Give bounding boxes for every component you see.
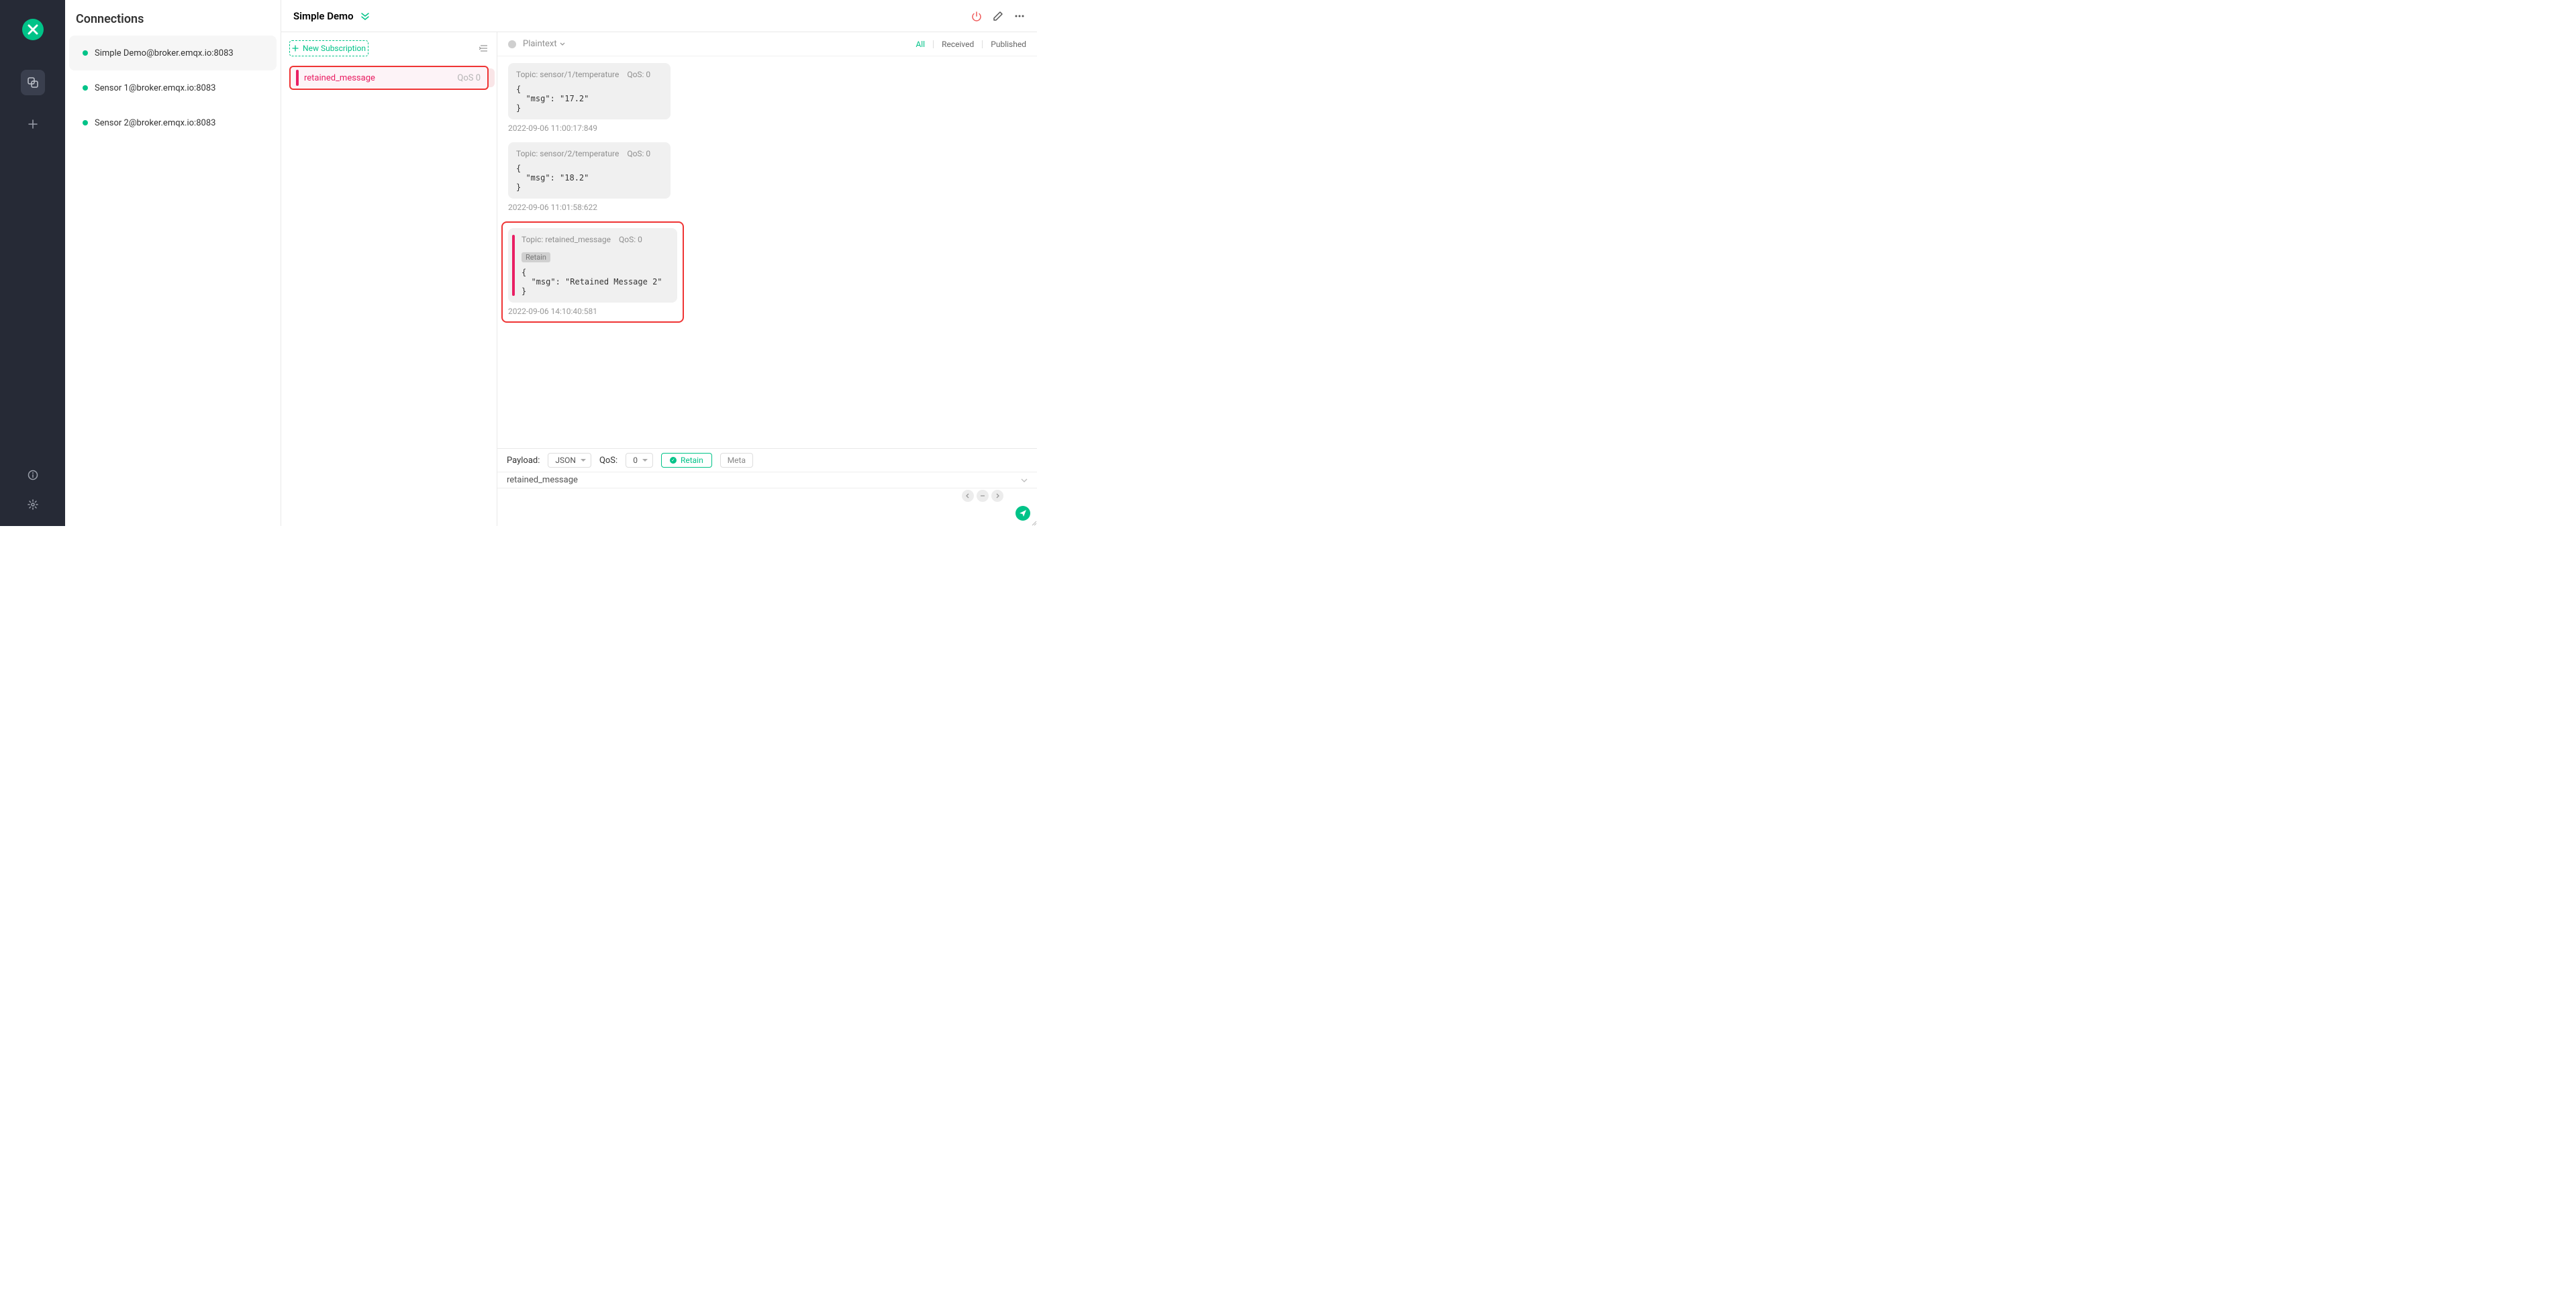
send-button[interactable]: [1015, 506, 1030, 521]
history-clear-icon[interactable]: [977, 490, 989, 502]
subscriptions-column: New Subscription retained_message QoS 0: [281, 32, 497, 526]
message-item: Topic: sensor/1/temperature QoS: 0 { "ms…: [508, 63, 671, 133]
nav-rail: [0, 0, 65, 526]
sub-color-bar: [296, 70, 299, 86]
payload-format-select[interactable]: JSON: [548, 453, 591, 468]
message-body: { "msg": "Retained Message 2" }: [522, 268, 669, 296]
status-dot-icon: [83, 50, 88, 56]
check-icon: [670, 457, 677, 464]
message-body: { "msg": "18.2" }: [516, 164, 650, 192]
filter-separator: [933, 40, 934, 48]
nav-info-icon[interactable]: [28, 470, 38, 480]
message-timestamp: 2022-09-06 11:01:58:622: [508, 203, 671, 212]
chevron-down-icon: [560, 42, 565, 47]
connection-item[interactable]: Simple Demo@broker.emqx.io:8083: [69, 36, 277, 70]
encoding-label: Plaintext: [523, 39, 557, 49]
payload-editor[interactable]: [497, 488, 1037, 526]
encoding-select[interactable]: Plaintext: [523, 39, 565, 49]
filter-separator: [982, 40, 983, 48]
topic-chevron-down-icon[interactable]: [1021, 477, 1028, 484]
disconnect-icon[interactable]: [971, 11, 982, 21]
new-subscription-label: New Subscription: [303, 44, 366, 53]
message-list: Topic: sensor/1/temperature QoS: 0 { "ms…: [497, 56, 1037, 448]
connection-item[interactable]: Sensor 2@broker.emqx.io:8083: [69, 105, 277, 140]
connections-title: Connections: [65, 0, 281, 36]
status-dot-icon: [83, 85, 88, 91]
history-next-icon[interactable]: [991, 490, 1003, 502]
expand-icon[interactable]: [360, 11, 370, 21]
status-dot-icon: [83, 120, 88, 125]
message-timestamp: 2022-09-06 11:00:17:849: [508, 123, 671, 133]
filter-all[interactable]: All: [915, 40, 925, 49]
history-prev-icon[interactable]: [962, 490, 974, 502]
messages-column: Plaintext All Received Published: [497, 32, 1037, 526]
message-qos: QoS: 0: [627, 70, 650, 79]
filter-received[interactable]: Received: [942, 40, 974, 49]
more-icon[interactable]: [1014, 11, 1025, 21]
message-timestamp: 2022-09-06 14:10:40:581: [508, 307, 677, 316]
connections-panel: Connections Simple Demo@broker.emqx.io:8…: [65, 0, 281, 526]
message-item: Topic: retained_message QoS: 0 Retain { …: [508, 228, 677, 316]
message-qos: QoS: 0: [619, 235, 642, 244]
qos-label: QoS:: [599, 456, 617, 466]
app-logo: [22, 19, 44, 40]
messages-toolbar: Plaintext All Received Published: [497, 32, 1037, 56]
topic-input[interactable]: retained_message: [507, 475, 1021, 485]
message-topic: Topic: sensor/2/temperature: [516, 149, 619, 158]
encoding-status-icon: [508, 40, 516, 48]
new-subscription-button[interactable]: New Subscription: [289, 40, 368, 56]
top-bar: Simple Demo: [281, 0, 1037, 32]
main-area: Simple Demo New Subscription: [281, 0, 1037, 526]
qos-select[interactable]: 0: [626, 453, 653, 468]
message-topic: Topic: sensor/1/temperature: [516, 70, 619, 79]
connection-label: Sensor 1@broker.emqx.io:8083: [95, 83, 215, 93]
plus-icon: [292, 45, 299, 52]
subscription-qos: QoS 0: [457, 73, 481, 83]
payload-label: Payload:: [507, 456, 540, 466]
connection-label: Sensor 2@broker.emqx.io:8083: [95, 118, 215, 128]
filter-published[interactable]: Published: [991, 40, 1026, 49]
collapse-subs-icon[interactable]: [479, 44, 489, 52]
subscription-topic: retained_message: [304, 73, 457, 83]
retain-toggle[interactable]: Retain: [661, 453, 712, 468]
retain-badge: Retain: [522, 252, 550, 262]
message-body: { "msg": "17.2" }: [516, 85, 650, 113]
message-item: Topic: sensor/2/temperature QoS: 0 { "ms…: [508, 142, 671, 212]
edit-icon[interactable]: [993, 11, 1003, 21]
resize-handle-icon[interactable]: [1030, 519, 1037, 526]
connection-title: Simple Demo: [293, 10, 354, 22]
connection-item[interactable]: Sensor 1@broker.emqx.io:8083: [69, 70, 277, 105]
send-icon: [1019, 509, 1027, 517]
nav-settings-icon[interactable]: [28, 499, 38, 510]
publish-bar: Payload: JSON QoS: 0 Retain Meta retaine…: [497, 448, 1037, 526]
nav-connections-icon[interactable]: [21, 70, 45, 95]
logo-icon: [27, 23, 39, 36]
subscription-item[interactable]: retained_message QoS 0: [289, 66, 489, 90]
highlighted-message: Topic: retained_message QoS: 0 Retain { …: [501, 221, 684, 323]
message-topic: Topic: retained_message: [522, 235, 611, 244]
meta-button[interactable]: Meta: [720, 453, 753, 468]
message-qos: QoS: 0: [627, 149, 650, 158]
nav-add-icon[interactable]: [21, 111, 45, 137]
connection-label: Simple Demo@broker.emqx.io:8083: [95, 48, 234, 58]
msg-color-bar: [512, 235, 515, 296]
